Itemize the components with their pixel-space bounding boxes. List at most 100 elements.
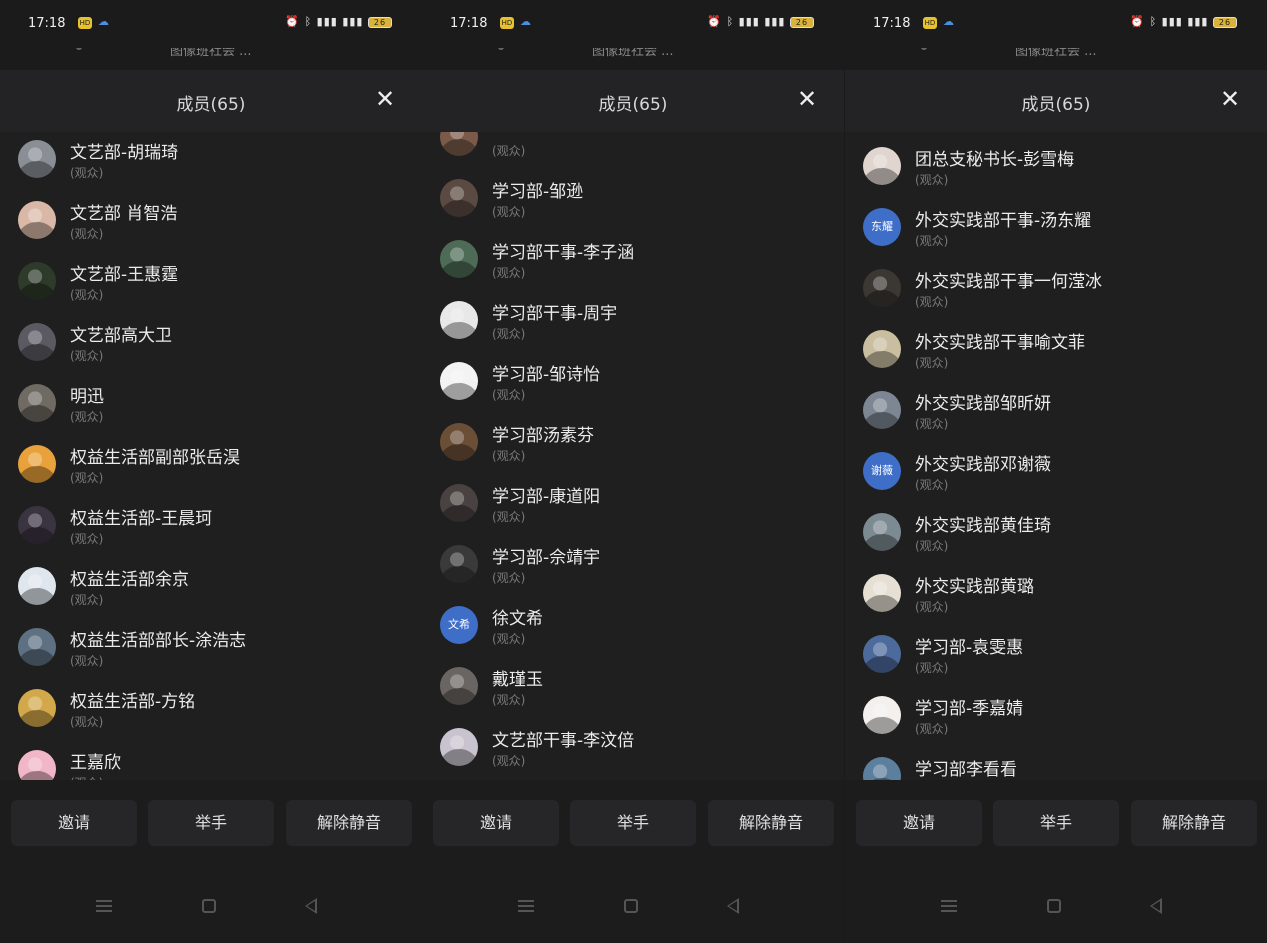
unmute-button[interactable]: 解除静音 [708,800,834,846]
member-row[interactable]: 学习部-佘靖宇 (观众) [422,539,844,600]
action-bar: 邀请 举手 解除静音 [422,780,844,870]
member-role: (观众) [915,722,949,736]
member-row[interactable]: 学习部-邹诗怡 (观众) [422,356,844,417]
avatar [863,330,901,368]
bluetooth-icon: ᛒ [304,15,313,28]
member-list[interactable]: 团总支秘书长-彭雪梅 (观众) 东耀 外交实践部干事-汤东耀 (观众) 外交实践部干事一何… [845,132,1267,780]
member-row[interactable]: 文希 徐文希 (观众) [422,600,844,661]
member-name: 学习部汤素芬 [492,426,594,446]
member-row[interactable]: 外交实践部邹昕妍 (观众) [845,385,1267,446]
raise-hand-button[interactable]: 举手 [570,800,696,846]
menu-icon[interactable] [96,900,112,912]
avatar [440,240,478,278]
member-header: 成员(65) ✕ [422,70,844,132]
menu-icon[interactable] [518,900,534,912]
home-icon[interactable] [1047,899,1061,913]
member-name: 学习部干事-李子涵 [492,243,635,263]
back-icon[interactable] [727,898,739,914]
raise-hand-button[interactable]: 举手 [993,800,1119,846]
member-name: 外交实践部干事-汤东耀 [915,211,1092,231]
member-row[interactable]: 外交实践部黄璐 (观众) [845,568,1267,629]
avatar [18,262,56,300]
member-role: (观众) [70,288,104,302]
avatar [440,301,478,339]
member-role: (观众) [492,693,526,707]
member-role: (观众) [915,417,949,431]
member-role: (观众) [70,166,104,180]
member-row[interactable]: 文艺部-王惠霆 (观众) [0,256,422,317]
member-row[interactable]: 权益生活部部长-涂浩志 (观众) [0,622,422,683]
battery-icon: 26 [790,16,814,28]
close-icon[interactable]: ✕ [1215,84,1245,114]
member-name: 权益生活部部长-涂浩志 [70,631,247,651]
member-row[interactable]: 权益生活部-方铭 (观众) [0,683,422,744]
member-row[interactable]: 学习部-康道阳 (观众) [422,478,844,539]
member-name: 权益生活部-王晨珂 [70,509,213,529]
home-icon[interactable] [202,899,216,913]
invite-button[interactable]: 邀请 [433,800,559,846]
member-row[interactable]: 团总支秘书长-彭雪梅 (观众) [845,141,1267,202]
invite-button[interactable]: 邀请 [856,800,982,846]
member-role: (观众) [915,356,949,370]
member-row[interactable]: 权益生活部-王晨珂 (观众) [0,500,422,561]
peek-dot-icon [921,48,927,50]
member-row[interactable]: (观众) [422,132,844,173]
cloud-icon: ☁ [943,15,954,28]
member-row[interactable]: 文艺部-胡瑞琦 (观众) [0,134,422,195]
background-title-peek: 图像班社会 ... [422,48,844,64]
peek-text: 图像班社会 ... [170,48,252,59]
member-row[interactable]: 学习部干事-李子涵 (观众) [422,234,844,295]
avatar [440,484,478,522]
home-icon[interactable] [624,899,638,913]
alarm-icon: ⏰ [1130,15,1146,28]
member-role: (观众) [492,388,526,402]
member-role: (观众) [492,327,526,341]
member-row[interactable]: 文艺部干事-李汶倍 (观众) [422,722,844,780]
avatar [440,423,478,461]
member-role: (观众) [915,234,949,248]
member-name: 学习部李看看 [915,760,1017,780]
member-list[interactable]: 文艺部-胡瑞琦 (观众) 文艺部 肖智浩 (观众) 文艺部-王惠霆 (观众) 文艺部高大卫 (… [0,132,422,780]
member-name: 权益生活部余京 [70,570,189,590]
member-row[interactable]: 外交实践部黄佳琦 (观众) [845,507,1267,568]
member-name: 学习部-康道阳 [492,487,601,507]
member-row[interactable]: 东耀 外交实践部干事-汤东耀 (观众) [845,202,1267,263]
member-row[interactable]: 文艺部 肖智浩 (观众) [0,195,422,256]
member-list[interactable]: (观众) 学习部-邹逊 (观众) 学习部干事-李子涵 (观众) 学习部干事-周宇 (观众) 学… [422,132,844,780]
bluetooth-icon: ᛒ [1149,15,1158,28]
back-icon[interactable] [1150,898,1162,914]
member-row[interactable]: 文艺部高大卫 (观众) [0,317,422,378]
member-row[interactable]: 谢薇 外交实践部邓谢薇 (观众) [845,446,1267,507]
member-row[interactable]: 学习部汤素芬 (观众) [422,417,844,478]
member-row[interactable]: 明迅 (观众) [0,378,422,439]
member-row[interactable]: 学习部-季嘉婧 (观众) [845,690,1267,751]
raise-hand-button[interactable]: 举手 [148,800,274,846]
member-row[interactable]: 学习部李看看 [845,751,1267,780]
avatar [863,635,901,673]
menu-icon[interactable] [941,900,957,912]
action-bar: 邀请 举手 解除静音 [0,780,422,870]
status-time: 17:18 [873,16,911,31]
member-row[interactable]: 王嘉欣(观众) [0,744,422,780]
member-role: (观众) [492,632,526,646]
member-row[interactable]: 学习部干事-周宇 (观众) [422,295,844,356]
back-icon[interactable] [305,898,317,914]
member-row[interactable]: 外交实践部干事喻文菲 (观众) [845,324,1267,385]
status-bar: 17:18 HD ☁ ⏰ ᛒ ▮▮▮ ▮▮▮ 26 [845,0,1267,48]
member-name: 文艺部高大卫 [70,326,172,346]
unmute-button[interactable]: 解除静音 [1131,800,1257,846]
member-row[interactable]: 权益生活部副部张岳淏 (观众) [0,439,422,500]
member-row[interactable]: 学习部-袁雯惠 (观众) [845,629,1267,690]
invite-button[interactable]: 邀请 [11,800,137,846]
member-name: 外交实践部干事一何滢冰 [915,272,1102,292]
member-count-title: 成员(65) [1021,95,1091,115]
close-icon[interactable]: ✕ [370,84,400,114]
member-row[interactable]: 戴瑾玉 (观众) [422,661,844,722]
peek-dot-icon [498,48,504,50]
status-bar: 17:18 HD ☁ ⏰ ᛒ ▮▮▮ ▮▮▮ 26 [0,0,422,48]
member-row[interactable]: 学习部-邹逊 (观众) [422,173,844,234]
member-row[interactable]: 外交实践部干事一何滢冰 (观众) [845,263,1267,324]
unmute-button[interactable]: 解除静音 [286,800,412,846]
close-icon[interactable]: ✕ [792,84,822,114]
member-row[interactable]: 权益生活部余京 (观众) [0,561,422,622]
